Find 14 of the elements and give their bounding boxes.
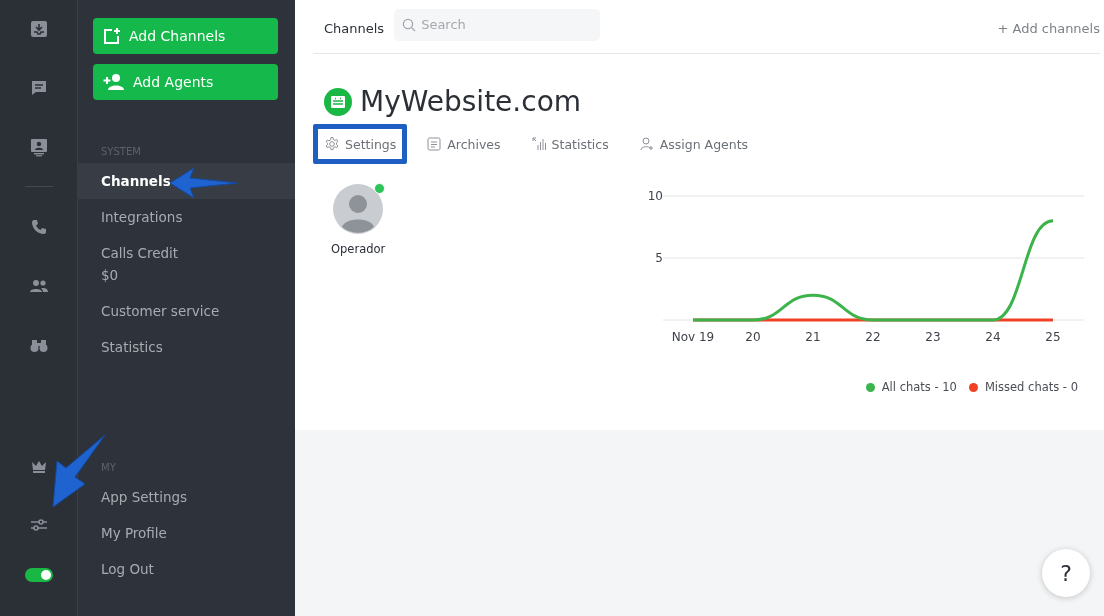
y-tick-label: 5 <box>655 251 663 265</box>
x-tick-label: 21 <box>805 330 821 344</box>
y-tick-label: 10 <box>647 189 663 203</box>
legend-label: All chats - 10 <box>881 380 957 394</box>
x-tick-label: 20 <box>745 330 761 344</box>
x-tick-label: 22 <box>865 330 881 344</box>
x-tick-label: 24 <box>985 330 1001 344</box>
agent-name: Operador <box>331 242 386 256</box>
page-title: Channels <box>324 20 385 36</box>
x-tick-label: 25 <box>1045 330 1061 344</box>
legend-label: Missed chats - 0 <box>984 380 1078 394</box>
channel-name: MyWebsite.com <box>360 85 582 118</box>
x-tick-label: Nov 19 <box>671 330 715 344</box>
x-tick-label: 23 <box>925 330 941 344</box>
